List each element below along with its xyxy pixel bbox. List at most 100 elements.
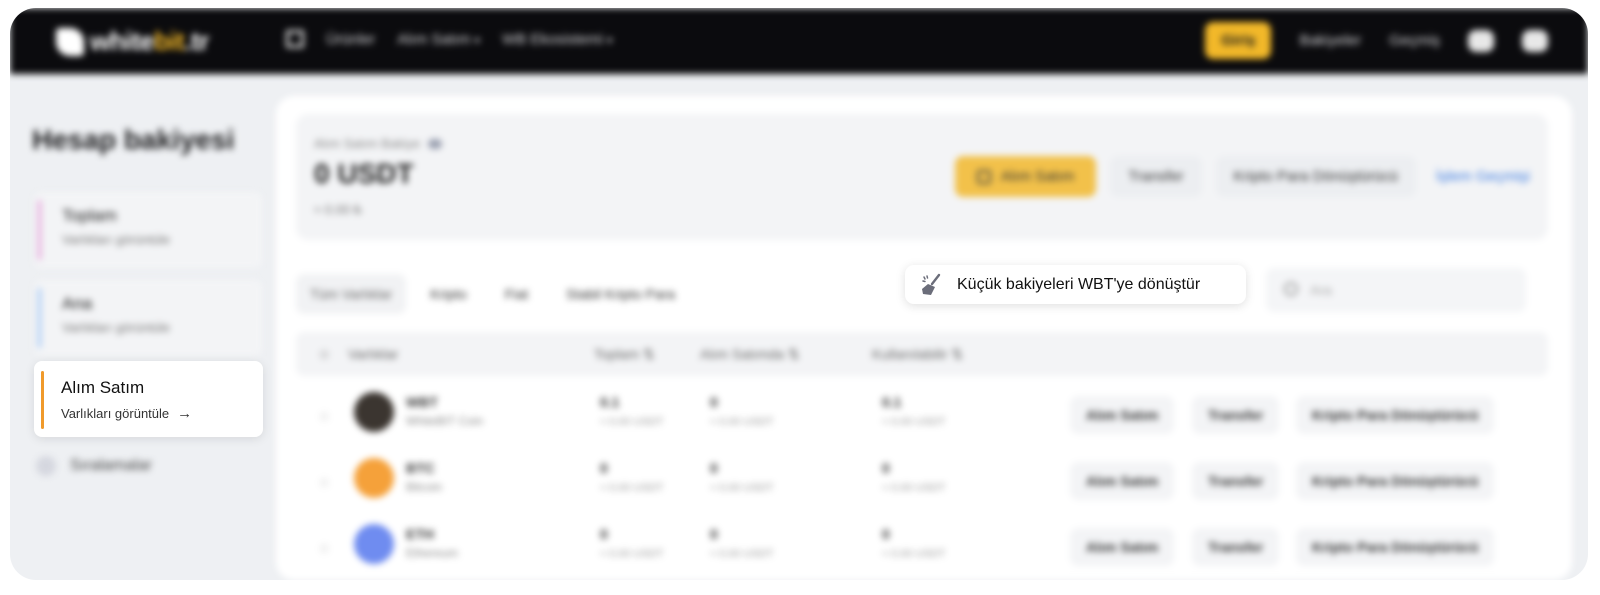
asset-symbol: ETH [406, 526, 434, 542]
available-usd: ≈ 0.00 USDT [882, 416, 946, 428]
in-order-usd: ≈ 0.00 USDT [710, 482, 774, 494]
asset-name: Ethereum [406, 546, 459, 560]
tab-crypto[interactable]: Kripto [416, 274, 481, 314]
available-usd: ≈ 0.00 USDT [882, 548, 946, 560]
table-header: ☆ Varlıklar Toplam ⇅ Alım Satımda ⇅ Kull… [296, 332, 1548, 376]
column-assets[interactable]: Varlıklar [348, 346, 398, 362]
coin-icon [354, 524, 394, 564]
sidebar-item-total[interactable]: Toplam Varlıkları görüntüle [34, 192, 262, 268]
sidebar-item-rankings[interactable]: Sıralamalar [36, 456, 152, 476]
row-transfer-button[interactable]: Transfer [1192, 396, 1280, 434]
crypto-converter-button[interactable]: Kripto Para Dönüştürücü [1215, 156, 1416, 197]
total-value: 0 [600, 526, 608, 542]
total-value: 0 [600, 460, 608, 476]
table-row[interactable]: ☆ ETH Ethereum 0 ≈ 0.00 USDT 0 ≈ 0.00 US… [296, 516, 1548, 580]
total-value: 0.1 [600, 394, 620, 410]
asset-tabs: Tüm Varlıklar Kripto Fiat Stabil Kripto … [296, 274, 689, 314]
login-button[interactable]: Giriş [1205, 22, 1272, 59]
arrow-right-icon: → [177, 405, 193, 422]
table-row[interactable]: ☆ BTC Bitcoin 0 ≈ 0.00 USDT 0 ≈ 0.00 USD… [296, 450, 1548, 516]
sidebar-item-sub: Varlıkları görüntüle [62, 320, 171, 335]
chevron-down-icon: ▾ [474, 34, 481, 47]
logo-icon [56, 27, 84, 56]
in-order-value: 0 [710, 394, 718, 410]
total-usd: ≈ 0.00 USDT [600, 416, 664, 428]
coin-icon [354, 458, 394, 498]
eye-icon[interactable] [428, 138, 443, 149]
star-icon[interactable]: ☆ [318, 474, 331, 491]
main-nav: Ürünler Alım Satım ▾ WB Ekosistemi ▾ [286, 30, 612, 48]
accent-bar [38, 288, 41, 348]
history-link[interactable]: İşlem Geçmişi [1430, 168, 1530, 185]
view-assets-link[interactable]: Varlıkları görüntüle → [61, 405, 263, 422]
sidebar: Hesap bakiyesi Toplam Varlıkları görüntü… [10, 74, 274, 580]
sidebar-item-label: Alım Satım [61, 378, 145, 397]
column-in-order[interactable]: Alım Satımda ⇅ [700, 346, 800, 363]
settings-icon[interactable] [1522, 29, 1548, 52]
asset-name: Bitcoin [406, 480, 443, 494]
tab-fiat[interactable]: Fiat [491, 274, 542, 314]
in-order-usd: ≈ 0.00 USDT [710, 416, 774, 428]
row-converter-button[interactable]: Kripto Para Dönüştürücü [1296, 462, 1495, 500]
balance-amount: 0 USDT [314, 158, 414, 189]
row-trade-button[interactable]: Alım Satım [1070, 528, 1175, 566]
available-value: 0 [882, 460, 890, 476]
asset-symbol: WBT [406, 394, 438, 410]
balances-link[interactable]: Bakiyeler [1299, 32, 1361, 49]
available-value: 0 [882, 526, 890, 542]
column-available[interactable]: Kullanılabilir ⇅ [872, 346, 963, 363]
coin-icon [354, 392, 394, 432]
search-input[interactable]: Ara [1266, 268, 1526, 312]
in-order-value: 0 [710, 526, 718, 542]
star-icon: ☆ [318, 346, 331, 362]
asset-name: WhiteBIT Coin [406, 414, 484, 428]
sidebar-item-sub: Varlıkları görüntüle [62, 232, 171, 247]
nav-item-ecosystem[interactable]: WB Ekosistemi ▾ [502, 31, 612, 48]
available-value: 0.1 [882, 394, 902, 410]
view-assets-label: Varlıkları görüntüle [61, 406, 170, 421]
search-placeholder: Ara [1310, 282, 1332, 298]
total-usd: ≈ 0.00 USDT [600, 482, 664, 494]
transfer-button[interactable]: Transfer [1110, 156, 1202, 197]
broom-icon [922, 273, 941, 295]
logo-text: whitebit.tr [90, 26, 209, 56]
nav-item-trade[interactable]: Alım Satım ▾ [397, 31, 480, 48]
table-row[interactable]: ☆ WBT WhiteBIT Coin 0.1 ≈ 0.00 USDT 0 ≈ … [296, 384, 1548, 450]
row-transfer-button[interactable]: Transfer [1192, 462, 1280, 500]
nav-item-products[interactable]: Ürünler [326, 31, 375, 48]
top-navigation-bar: whitebit.tr Ürünler Alım Satım ▾ WB Ekosi… [10, 8, 1588, 74]
profile-icon[interactable] [1468, 29, 1494, 52]
sidebar-item-main[interactable]: Ana Varlıkları görüntüle [34, 280, 262, 356]
info-icon [36, 456, 56, 476]
convert-small-balances-button[interactable]: Küçük bakiyeleri WBT'ye dönüştür [905, 265, 1246, 304]
exchange-icon [976, 169, 991, 184]
tab-stablecoin[interactable]: Stabil Kripto Para [552, 274, 689, 314]
star-icon[interactable]: ☆ [318, 408, 331, 425]
logo[interactable]: whitebit.tr [56, 26, 209, 57]
convert-small-balances-label: Küçük bakiyeleri WBT'ye dönüştür [957, 275, 1201, 293]
row-transfer-button[interactable]: Transfer [1192, 528, 1280, 566]
column-total[interactable]: Toplam ⇅ [594, 346, 655, 363]
grid-menu-icon[interactable] [286, 30, 304, 48]
history-link[interactable]: Geçmiş [1389, 32, 1440, 49]
row-trade-button[interactable]: Alım Satım [1070, 396, 1175, 434]
balance-summary: Alım Satım Bakiye 0 USDT ≈ 0.00 ₺ Alım S… [296, 114, 1548, 240]
sidebar-item-label: Sıralamalar [70, 457, 152, 474]
accent-bar [41, 371, 44, 429]
in-order-usd: ≈ 0.00 USDT [710, 548, 774, 560]
sidebar-item-label: Ana [62, 294, 93, 313]
tab-all[interactable]: Tüm Varlıklar [296, 274, 407, 314]
balance-fiat: ≈ 0.00 ₺ [314, 202, 362, 217]
row-converter-button[interactable]: Kripto Para Dönüştürücü [1296, 528, 1495, 566]
star-icon[interactable]: ☆ [318, 540, 331, 557]
trade-button[interactable]: Alım Satım [954, 156, 1097, 197]
main-panel: Alım Satım Bakiye 0 USDT ≈ 0.00 ₺ Alım S… [276, 96, 1572, 580]
in-order-value: 0 [710, 460, 718, 476]
total-usd: ≈ 0.00 USDT [600, 548, 664, 560]
row-converter-button[interactable]: Kripto Para Dönüştürücü [1296, 396, 1495, 434]
available-usd: ≈ 0.00 USDT [882, 482, 946, 494]
row-trade-button[interactable]: Alım Satım [1070, 462, 1175, 500]
asset-symbol: BTC [406, 460, 435, 476]
search-icon [1284, 282, 1298, 296]
sidebar-item-trading[interactable]: Alım Satım Varlıkları görüntüle → [34, 361, 263, 437]
